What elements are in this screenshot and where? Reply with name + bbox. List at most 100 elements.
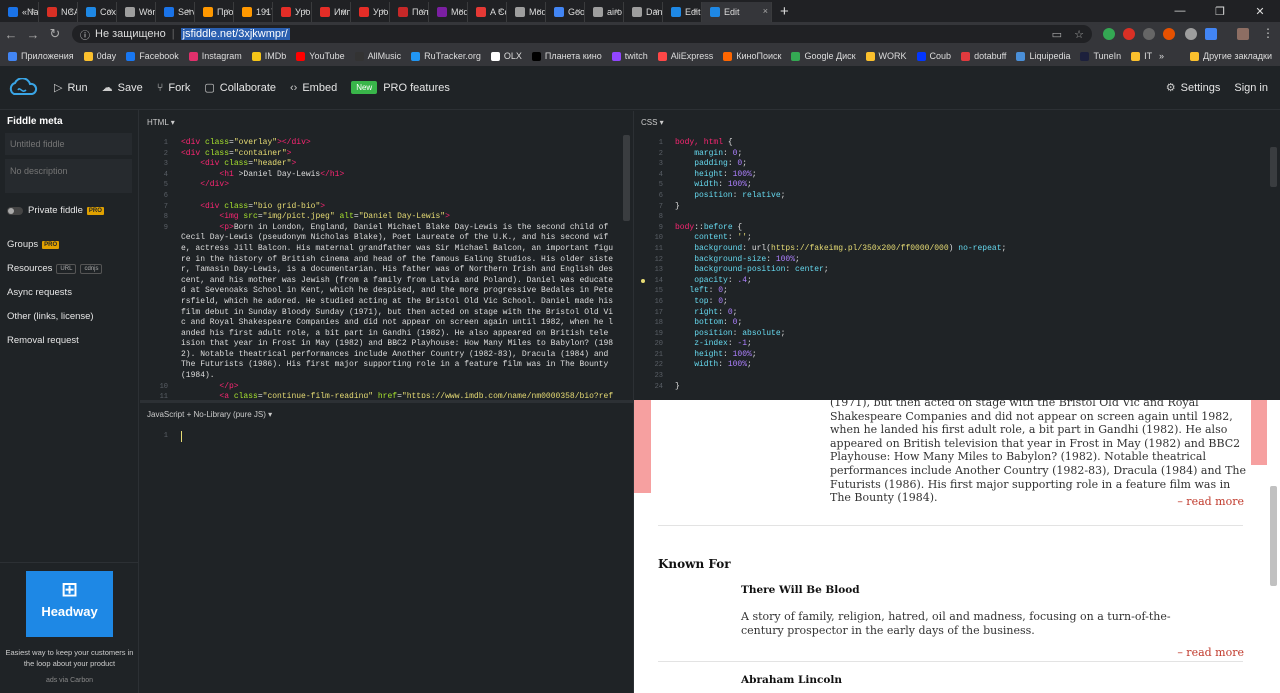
bookmark-item[interactable]: Instagram [188,51,242,61]
jsfiddle-logo-icon[interactable] [6,77,38,98]
browser-tab[interactable]: airo × [585,2,624,22]
bookmark-item[interactable]: AllMusic [354,51,401,61]
film-title[interactable]: Abraham Lincoln [741,674,842,686]
tab-close-icon[interactable]: × [342,6,347,16]
embed-button[interactable]: ‹› Embed [290,82,337,94]
css-panel-header[interactable]: CSS ▾ [634,111,1280,133]
carbon-ad[interactable]: ⊞ Headway Easiest way to keep your custo… [0,562,139,693]
browser-tab[interactable]: Edit × [702,2,772,22]
tab-close-icon[interactable]: × [303,6,308,16]
run-button[interactable]: ▷ Run [54,81,88,95]
browser-tab[interactable]: «Na × [0,2,39,22]
star-icon[interactable]: ☆ [1074,28,1084,41]
sidebar-item-async[interactable]: Async requests [7,287,72,298]
tab-close-icon[interactable]: × [264,6,269,16]
browser-tab[interactable]: Пол × [390,2,429,22]
fork-button[interactable]: ⑂ Fork [157,82,191,94]
bookmark-item[interactable]: IMDb [251,51,286,61]
html-panel-label[interactable]: HTML ▾ [147,118,175,127]
tab-close-icon[interactable]: × [186,6,191,16]
profile-avatar[interactable] [1237,28,1249,40]
film-title[interactable]: There Will Be Blood [741,584,860,596]
extension-icon[interactable] [1185,28,1197,40]
bookmark-item[interactable]: dotabuff [961,51,1006,61]
cast-icon[interactable]: ▭ [1052,28,1062,41]
sidebar-item-other[interactable]: Other (links, license) [7,311,94,322]
bookmark-item[interactable]: КиноПоиск [723,51,781,61]
bookmark-item[interactable]: IT [1131,51,1152,61]
tab-close-icon[interactable]: × [693,6,698,16]
tab-close-icon[interactable]: × [654,6,659,16]
bookmark-item[interactable]: 0day [83,51,116,61]
pro-features-button[interactable]: New PRO features [351,81,450,94]
ad-via[interactable]: ads via Carbon [0,677,139,684]
fiddle-description-input[interactable] [5,159,132,193]
url-text[interactable]: jsfiddle.net/3xjkwmpr/ [180,28,290,40]
settings-button[interactable]: ⚙ Settings [1166,81,1221,95]
browser-tab[interactable]: Про × [195,2,234,22]
js-editor[interactable]: 1 [140,425,633,693]
bookmark-item[interactable]: WORK [865,51,907,61]
bookmarks-overflow-button[interactable]: » [1159,51,1164,61]
browser-tab[interactable]: Имп × [312,2,351,22]
css-editor[interactable]: 1 2 3 4 5 6 7 8 9 10 11 12 13 14 15 16 17 18 19 20 21 22 23 24 … [634,133,1280,400]
close-window-button[interactable]: ✕ [1240,5,1280,18]
js-panel-header[interactable]: JavaScript + No-Library (pure JS) ▾ [140,403,633,425]
browser-tab[interactable]: Mod × [507,2,546,22]
result-frame[interactable]: (1971), but then acted on stage with the… [634,400,1280,693]
extension-icon[interactable] [1205,28,1217,40]
fiddle-title-input[interactable] [5,133,132,155]
bookmark-item[interactable]: Планета кино [531,51,602,61]
headway-logo[interactable]: ⊞ Headway [26,571,113,637]
browser-tab[interactable]: Serv × [156,2,195,22]
extension-icon[interactable] [1143,28,1155,40]
new-tab-button[interactable]: + [780,3,789,20]
back-icon[interactable]: ← [0,27,22,42]
menu-icon[interactable]: ⋮ [1262,26,1274,40]
browser-tab[interactable]: Mod × [429,2,468,22]
browser-tab[interactable]: Dan × [624,2,663,22]
collaborate-button[interactable]: ▢ Collaborate [204,81,276,95]
tab-close-icon[interactable]: × [225,6,230,16]
cdnjs-tag[interactable]: cdnjs [80,263,103,274]
other-bookmarks[interactable]: Другие закладки [1190,51,1272,61]
bookmark-item[interactable]: Liquipedia [1016,51,1070,61]
extension-icon[interactable] [1103,28,1115,40]
tab-close-icon[interactable]: × [108,6,113,16]
tab-close-icon[interactable]: × [615,6,620,16]
browser-tab[interactable]: Edit × [663,2,702,22]
js-panel-label[interactable]: JavaScript + No-Library (pure JS) ▾ [147,410,272,419]
css-panel-label[interactable]: CSS ▾ [641,118,664,127]
minimize-button[interactable]: — [1160,5,1200,17]
sidebar-item-groups[interactable]: Groups PRO [7,239,60,250]
reload-icon[interactable]: ↻ [44,26,66,42]
save-button[interactable]: ☁ Save [102,81,143,95]
tab-close-icon[interactable]: × [763,6,768,16]
extension-icon[interactable] [1163,28,1175,40]
browser-tab[interactable]: 1917× [234,2,273,22]
bookmark-item[interactable]: RuTracker.org [411,51,481,61]
tab-close-icon[interactable]: × [459,6,464,16]
bookmark-item[interactable]: YouTube [296,51,345,61]
tab-close-icon[interactable]: × [69,6,74,16]
tab-close-icon[interactable]: × [381,6,386,16]
bookmark-item[interactable]: TuneIn [1080,51,1121,61]
tab-close-icon[interactable]: × [576,6,581,16]
tab-close-icon[interactable]: × [498,6,503,16]
html-editor[interactable]: 123456789 10 11 <div class="overlay"></di… [140,133,633,400]
bookmark-item[interactable]: Facebook [126,51,179,61]
toggle-switch[interactable] [7,206,23,215]
browser-tab[interactable]: Wor × [117,2,156,22]
css-scrollbar[interactable] [1270,147,1277,187]
bookmark-item[interactable]: Google Диск [791,51,856,61]
sidebar-item-resources[interactable]: Resources URL cdnjs [7,263,103,274]
address-bar[interactable]: ⓘ Не защищено | jsfiddle.net/3xjkwmpr/ ▭… [72,25,1092,43]
tab-close-icon[interactable]: × [537,6,542,16]
maximize-button[interactable]: ❐ [1200,5,1240,18]
browser-tab[interactable]: A Co× [468,2,507,22]
tab-close-icon[interactable]: × [30,6,35,16]
bookmark-item[interactable]: Coub [916,51,951,61]
forward-icon[interactable]: → [22,27,44,42]
url-tag[interactable]: URL [56,263,77,274]
tab-close-icon[interactable]: × [420,6,425,16]
